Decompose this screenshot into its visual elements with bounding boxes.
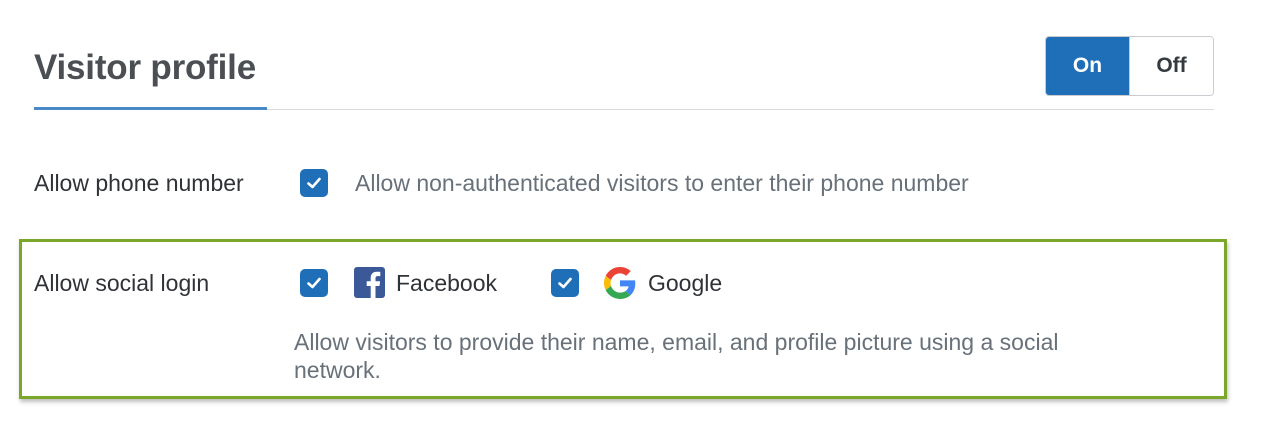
google-checkbox[interactable] bbox=[551, 269, 579, 297]
social-login-description-line2: network. bbox=[294, 357, 381, 383]
checkmark-icon bbox=[307, 277, 321, 289]
toggle-on-button[interactable]: On bbox=[1046, 37, 1129, 95]
social-login-description-line1: Allow visitors to provide their name, em… bbox=[294, 329, 1059, 355]
page-title: Visitor profile bbox=[34, 48, 256, 87]
checkmark-icon bbox=[558, 277, 572, 289]
toggle-off-button[interactable]: Off bbox=[1129, 37, 1213, 95]
allow-phone-number-checkbox[interactable] bbox=[300, 169, 328, 197]
visitor-profile-settings: Visitor profile On Off Allow phone numbe… bbox=[0, 0, 1264, 438]
google-icon bbox=[604, 267, 636, 299]
google-label: Google bbox=[648, 270, 723, 296]
title-underline bbox=[34, 107, 267, 110]
allow-phone-number-description: Allow non-authenticated visitors to ente… bbox=[355, 170, 969, 196]
allow-phone-number-label: Allow phone number bbox=[34, 170, 244, 196]
facebook-label: Facebook bbox=[396, 270, 498, 296]
allow-social-login-label: Allow social login bbox=[34, 270, 210, 296]
facebook-checkbox[interactable] bbox=[300, 269, 328, 297]
social-login-highlight bbox=[19, 239, 1227, 399]
checkmark-icon bbox=[307, 177, 321, 189]
section-header: Visitor profile On Off bbox=[34, 30, 1214, 110]
facebook-icon bbox=[354, 267, 385, 298]
on-off-toggle: On Off bbox=[1045, 36, 1214, 96]
